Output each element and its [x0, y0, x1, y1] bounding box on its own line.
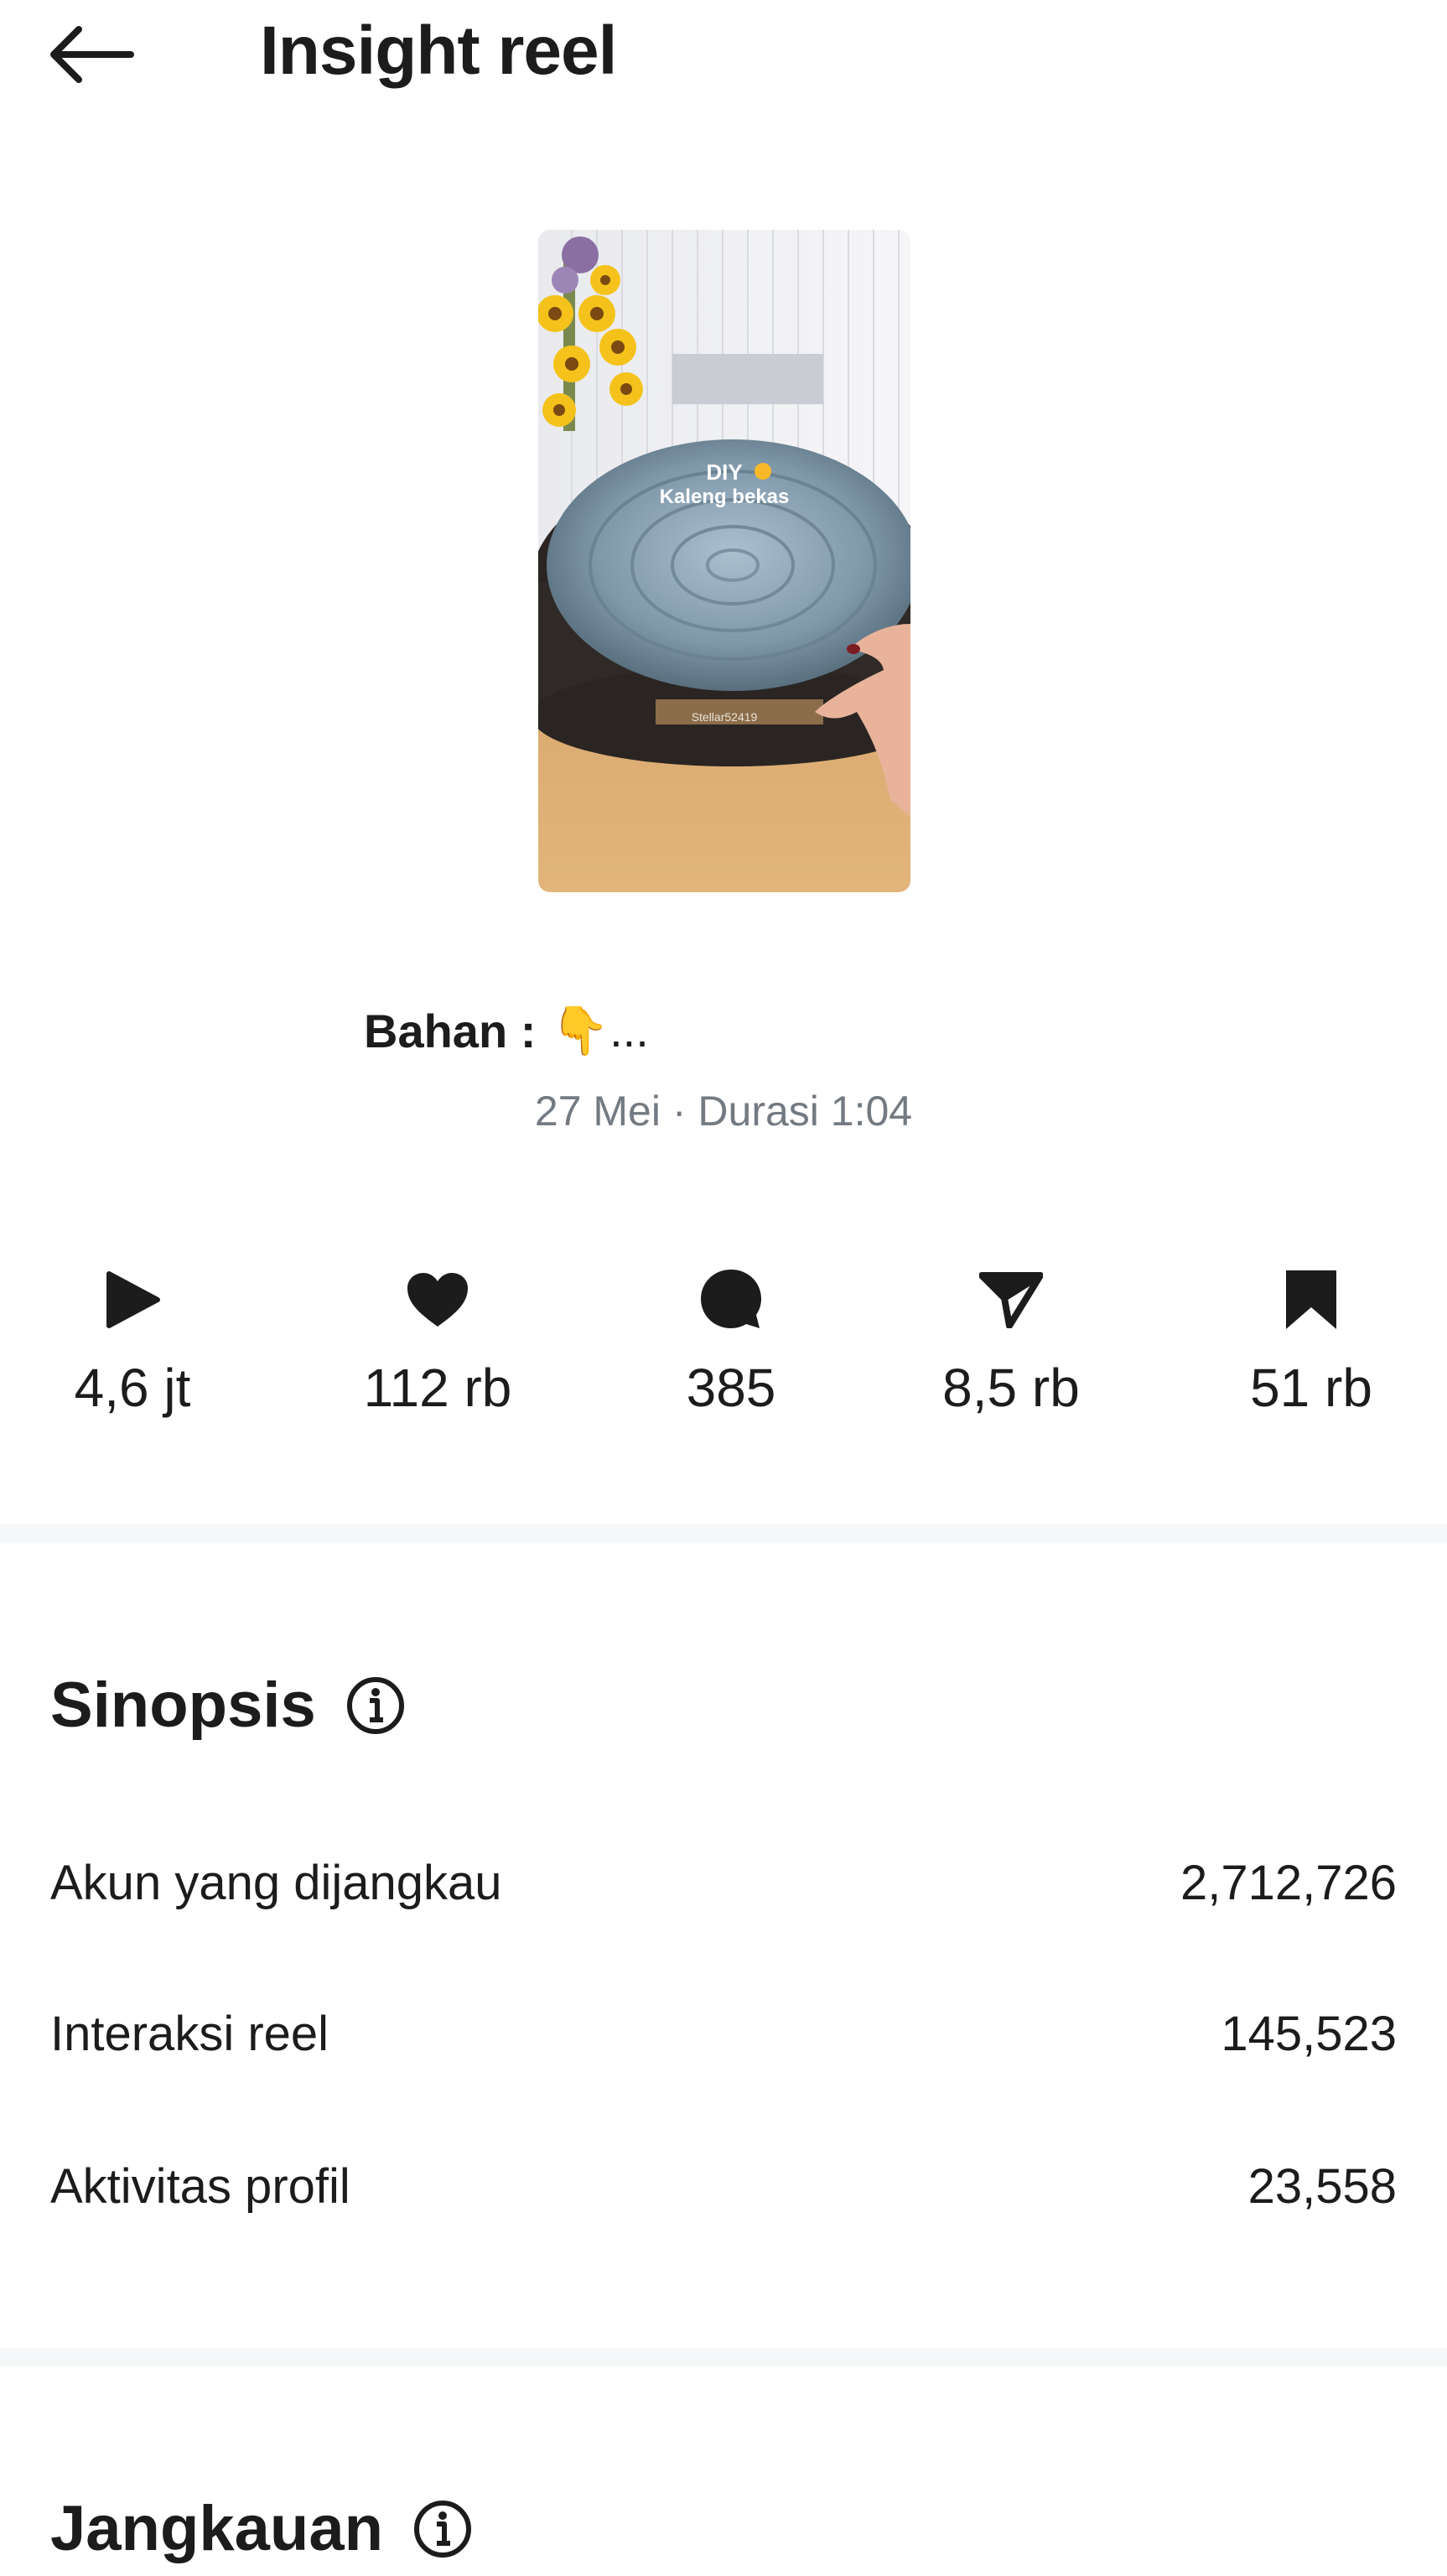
section-title: Sinopsis: [50, 1670, 316, 1741]
thumbnail-watermark: Stellar52419: [692, 710, 758, 724]
play-icon: [106, 1271, 160, 1328]
reel-stats: 4,6 jt 112 rb 385 8,5 rb 51 rb: [0, 1258, 1447, 1434]
caption-text: Bahan :: [364, 1004, 537, 1057]
reel-meta: 27 Mei · Durasi 1:04: [534, 1088, 913, 1135]
back-button[interactable]: [47, 17, 139, 92]
section-divider: [0, 1524, 1447, 1543]
stat-value: 385: [686, 1358, 776, 1418]
info-icon[interactable]: [346, 1676, 405, 1735]
stat-value: 112 rb: [363, 1358, 512, 1418]
stat-likes: 112 rb: [312, 1258, 563, 1434]
caption-emoji: 👇...: [551, 1004, 649, 1057]
stat-saves: 51 rb: [1185, 1258, 1437, 1434]
reel-thumbnail[interactable]: DIY Kaleng bekas Stellar52419: [538, 230, 910, 892]
metric-value: 145,523: [1221, 2006, 1397, 2061]
page-title: Insight reel: [260, 13, 617, 89]
metric-value: 2,712,726: [1180, 1855, 1397, 1910]
share-icon: [979, 1272, 1043, 1328]
jangkauan-header: Jangkauan: [50, 2492, 472, 2565]
stat-value: 8,5 rb: [942, 1358, 1080, 1418]
thumbnail-text-line2: Kaleng bekas: [660, 486, 790, 508]
stat-shares: 8,5 rb: [885, 1258, 1137, 1434]
top-bar: Insight reel: [0, 0, 1447, 109]
reel-caption[interactable]: Bahan : 👇...: [364, 1003, 649, 1058]
metric-label: Akun yang dijangkau: [50, 1855, 502, 1910]
section-divider: [0, 2348, 1447, 2366]
stat-value: 51 rb: [1250, 1358, 1372, 1418]
metric-label: Aktivitas profil: [50, 2158, 350, 2214]
metric-label: Interaksi reel: [50, 2006, 329, 2061]
metric-row-accounts-reached[interactable]: Akun yang dijangkau 2,712,726: [50, 1845, 1397, 1920]
arrow-left-icon: [50, 26, 134, 83]
stat-plays: 4,6 jt: [7, 1258, 258, 1434]
thumbnail-text-line1: DIY: [706, 460, 742, 485]
bookmark-icon: [1286, 1270, 1336, 1329]
metric-row-reel-interactions[interactable]: Interaksi reel 145,523: [50, 1996, 1397, 2071]
sinopsis-header: Sinopsis: [50, 1669, 405, 1742]
info-icon[interactable]: [413, 2500, 472, 2558]
stat-comments: 385: [605, 1258, 857, 1434]
heart-icon: [407, 1273, 468, 1327]
metric-value: 23,558: [1247, 2158, 1397, 2214]
comment-icon: [701, 1270, 761, 1328]
metric-row-profile-activity[interactable]: Aktivitas profil 23,558: [50, 2148, 1397, 2224]
stat-value: 4,6 jt: [74, 1358, 191, 1418]
section-title: Jangkauan: [50, 2493, 384, 2564]
